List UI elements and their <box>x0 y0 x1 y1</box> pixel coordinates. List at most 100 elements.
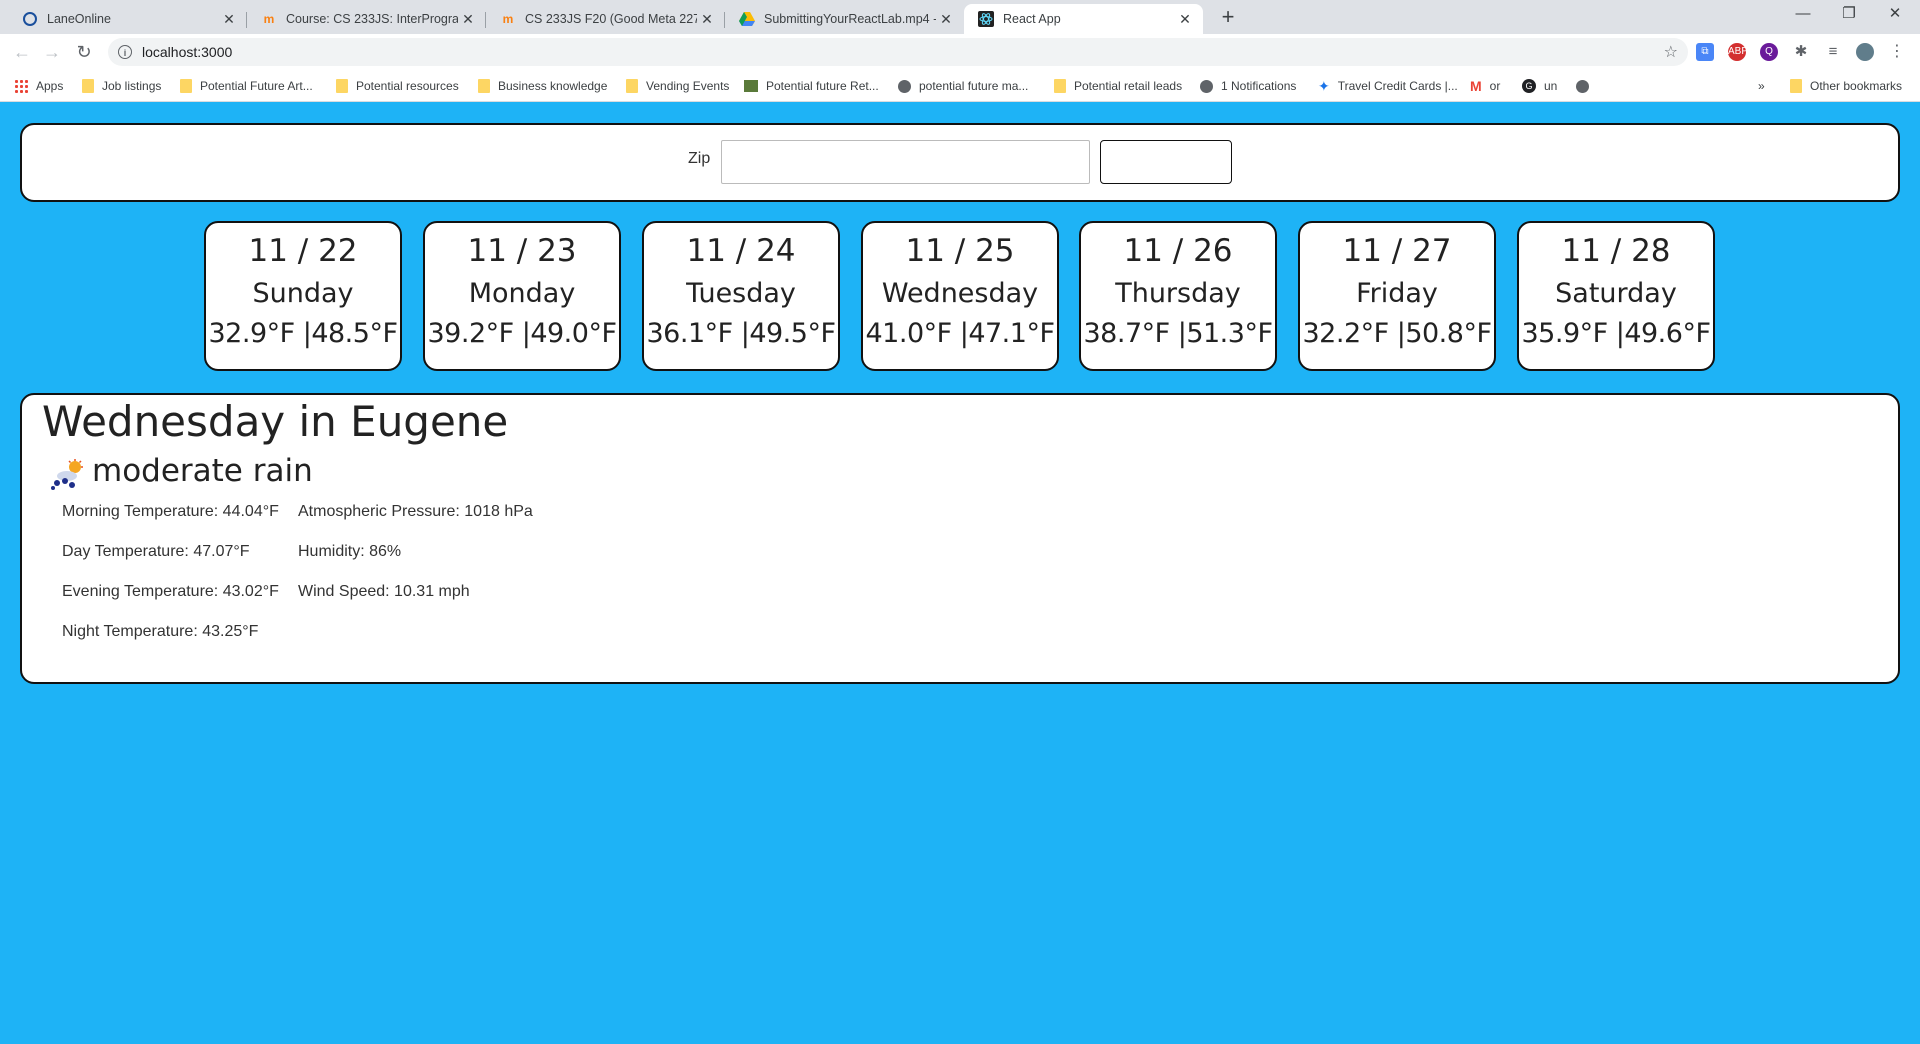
zip-label: Zip <box>688 150 711 167</box>
adblock-icon[interactable]: ABP <box>1728 43 1748 61</box>
menu-kebab-icon[interactable]: ⋮ <box>1888 43 1906 61</box>
bookmark-gmail[interactable]: Mor <box>1470 76 1500 96</box>
close-tab-icon[interactable]: ✕ <box>936 11 956 28</box>
back-icon[interactable]: ← <box>10 40 34 64</box>
tab-title: SubmittingYourReactLab.mp4 - G <box>764 12 936 26</box>
bookmark-apps[interactable]: Apps <box>14 76 63 96</box>
forecast-date: 11 / 26 <box>1123 233 1233 269</box>
close-tab-icon[interactable]: ✕ <box>1175 11 1195 28</box>
humidity: Humidity: 86% <box>298 543 402 560</box>
forecast-weekday: Sunday <box>252 278 354 309</box>
bookmark-job-listings[interactable]: Job listings <box>82 76 161 96</box>
bookmark-star-icon[interactable]: ☆ <box>1664 42 1678 62</box>
close-window-button[interactable]: ✕ <box>1872 0 1918 30</box>
url-text: localhost:3000 <box>142 44 233 60</box>
moodle-icon: m <box>502 12 514 26</box>
forecast-day-card[interactable]: 11 / 23 Monday 39.2°F |49.0°F <box>423 221 621 371</box>
tab-react-app[interactable]: React App ✕ <box>964 4 1203 34</box>
overflow-chevron-icon: » <box>1758 79 1765 93</box>
app-page: Zip 11 / 22 Sunday 32.9°F |48.5°F 11 / 2… <box>0 102 1920 1044</box>
bookmark-label: Other bookmarks <box>1810 79 1903 93</box>
close-tab-icon[interactable]: ✕ <box>458 11 478 28</box>
forecast-day-card[interactable]: 11 / 24 Tuesday 36.1°F |49.5°F <box>642 221 840 371</box>
atmospheric-pressure: Atmospheric Pressure: 1018 hPa <box>298 503 533 520</box>
bookmark-globe[interactable] <box>1576 76 1597 96</box>
folder-icon <box>82 79 94 93</box>
extensions-puzzle-icon[interactable]: ✱ <box>1792 43 1810 61</box>
night-temperature: Night Temperature: 43.25°F <box>62 623 259 640</box>
zip-input[interactable] <box>721 140 1090 184</box>
folder-icon <box>180 79 192 93</box>
address-bar[interactable]: i localhost:3000 ☆ <box>108 38 1688 66</box>
forecast-day-card[interactable]: 11 / 27 Friday 32.2°F |50.8°F <box>1298 221 1496 371</box>
reload-icon[interactable]: ↻ <box>72 40 96 64</box>
tab-title: LaneOnline <box>47 12 111 26</box>
tab-drive-video[interactable]: SubmittingYourReactLab.mp4 - G ✕ <box>725 4 964 34</box>
drive-icon <box>739 11 755 27</box>
bookmark-label: or <box>1489 79 1501 93</box>
sparkle-icon: ✦ <box>1318 78 1330 94</box>
bookmark-label: Potential retail leads <box>1074 79 1183 93</box>
gmail-icon: M <box>1470 78 1482 94</box>
tab-title: CS 233JS F20 (Good Meta 22765 <box>525 12 697 26</box>
forecast-weekday: Friday <box>1356 278 1438 309</box>
forecast-temps: 41.0°F |47.1°F <box>865 318 1055 349</box>
extension-icon[interactable]: ⧉ <box>1696 43 1714 61</box>
forward-icon[interactable]: → <box>40 40 64 64</box>
profile-avatar[interactable] <box>1856 43 1874 61</box>
bookmark-un[interactable]: Gun <box>1522 76 1557 96</box>
forecast-day-card[interactable]: 11 / 26 Thursday 38.7°F |51.3°F <box>1079 221 1277 371</box>
forecast-day-card[interactable]: 11 / 22 Sunday 32.9°F |48.5°F <box>204 221 402 371</box>
forecast-weekday: Monday <box>468 278 576 309</box>
forecast-date: 11 / 23 <box>467 233 577 269</box>
bookmark-potential-retail-leads[interactable]: Potential retail leads <box>1054 76 1182 96</box>
bookmark-potential-future-art[interactable]: Potential Future Art... <box>180 76 313 96</box>
tab-strip: LaneOnline ✕ m Course: CS 233JS: InterPr… <box>0 0 1920 34</box>
info-icon[interactable]: i <box>118 45 132 59</box>
restore-button[interactable]: ❐ <box>1826 0 1872 30</box>
forecast-day-card[interactable]: 11 / 28 Saturday 35.9°F |49.6°F <box>1517 221 1715 371</box>
bookmark-vending-events[interactable]: Vending Events <box>626 76 729 96</box>
forecast-date: 11 / 24 <box>686 233 796 269</box>
bookmark-potential-resources[interactable]: Potential resources <box>336 76 459 96</box>
bookmark-label: potential future ma... <box>919 79 1029 93</box>
tab-course[interactable]: m Course: CS 233JS: InterProgramm ✕ <box>247 4 486 34</box>
bookmarks-bar: Apps Job listings Potential Future Art..… <box>0 70 1920 102</box>
bookmark-potential-future-ma[interactable]: potential future ma... <box>898 76 1028 96</box>
tab-title: React App <box>1003 12 1061 26</box>
forecast-date: 11 / 28 <box>1561 233 1671 269</box>
forecast-weekday: Tuesday <box>686 278 796 309</box>
tab-cs233js[interactable]: m CS 233JS F20 (Good Meta 22765 ✕ <box>486 4 725 34</box>
submit-zip-button[interactable] <box>1100 140 1232 184</box>
forecast-date: 11 / 25 <box>905 233 1015 269</box>
folder-icon <box>1790 79 1802 93</box>
extension-q-icon[interactable]: Q <box>1760 43 1778 61</box>
moodle-icon: m <box>263 12 275 26</box>
close-tab-icon[interactable]: ✕ <box>697 11 717 28</box>
bookmarks-overflow-button[interactable]: » <box>1758 76 1765 96</box>
g-icon: G <box>1522 79 1536 93</box>
evening-temperature: Evening Temperature: 43.02°F <box>62 583 279 600</box>
bookmark-label: Potential future Ret... <box>766 79 879 93</box>
day-temperature: Day Temperature: 47.07°F <box>62 543 250 560</box>
wind-speed: Wind Speed: 10.31 mph <box>298 583 470 600</box>
bookmark-notifications[interactable]: 1 Notifications <box>1200 76 1296 96</box>
bookmark-business-knowledge[interactable]: Business knowledge <box>478 76 607 96</box>
forecast-day-card[interactable]: 11 / 25 Wednesday 41.0°F |47.1°F <box>861 221 1059 371</box>
minimize-button[interactable]: — <box>1780 0 1826 30</box>
new-tab-button[interactable]: + <box>1214 4 1242 32</box>
forecast-weekday: Saturday <box>1555 278 1677 309</box>
globe-icon <box>1200 79 1213 93</box>
forecast-temps: 38.7°F |51.3°F <box>1083 318 1273 349</box>
detail-title: Wednesday in Eugene <box>42 397 509 446</box>
bookmark-travel-credit-cards[interactable]: ✦ Travel Credit Cards |... <box>1318 76 1458 96</box>
media-controls-icon[interactable]: ≡ <box>1824 43 1842 61</box>
forecast-temps: 36.1°F |49.5°F <box>646 318 836 349</box>
forecast-temps: 32.9°F |48.5°F <box>208 318 398 349</box>
close-tab-icon[interactable]: ✕ <box>219 11 239 28</box>
bookmark-label: un <box>1544 79 1558 93</box>
other-bookmarks[interactable]: Other bookmarks <box>1790 76 1902 96</box>
bookmark-potential-future-ret[interactable]: Potential future Ret... <box>744 76 879 96</box>
bookmark-label: Potential resources <box>356 79 459 93</box>
tab-laneonline[interactable]: LaneOnline ✕ <box>8 4 247 34</box>
